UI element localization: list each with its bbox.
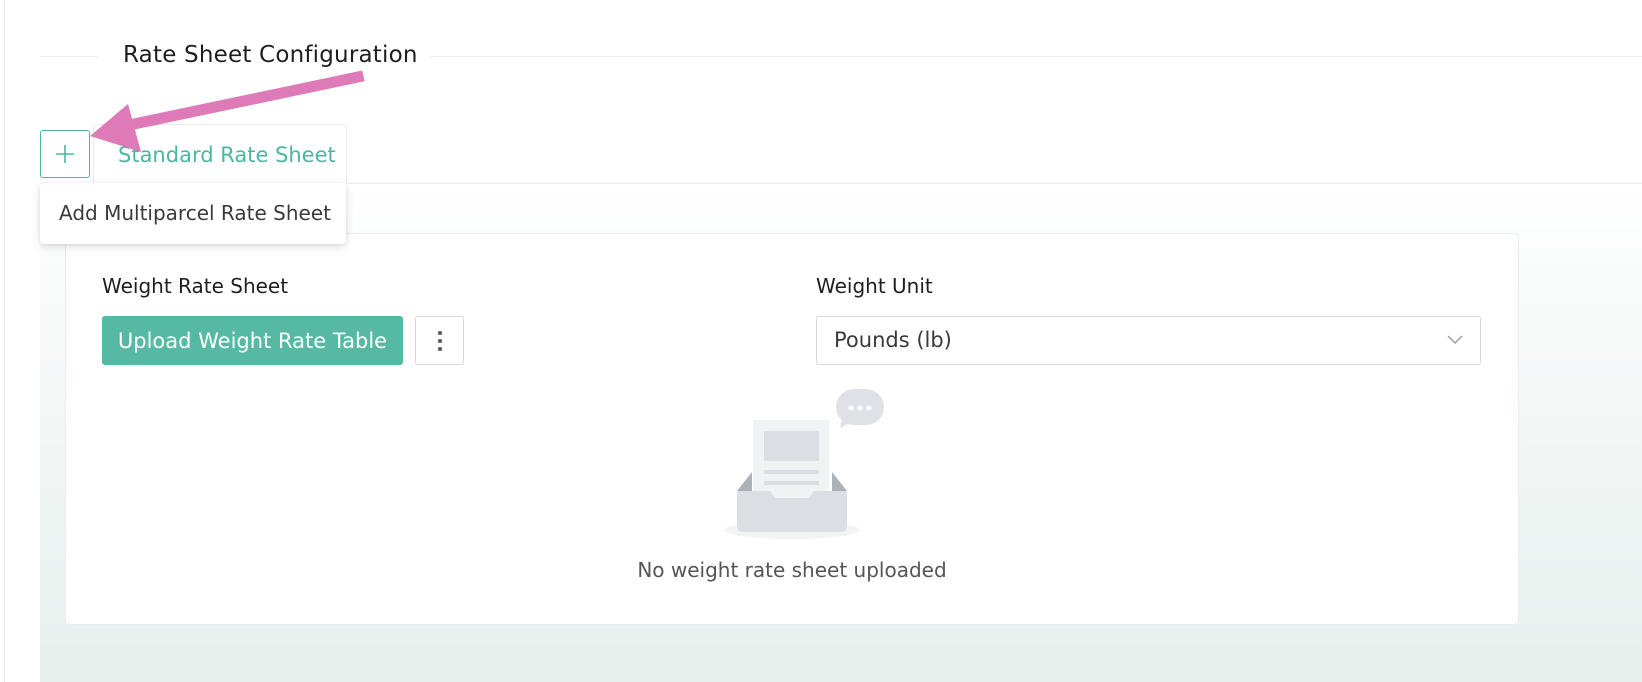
chevron-down-icon bbox=[1447, 335, 1463, 344]
page: Rate Sheet Configuration Standard Rate S… bbox=[0, 0, 1642, 682]
tab-label: Standard Rate Sheet bbox=[118, 143, 336, 167]
more-options-button[interactable] bbox=[415, 316, 464, 365]
add-tab-button[interactable] bbox=[40, 130, 90, 178]
divider bbox=[40, 56, 98, 57]
plus-icon bbox=[56, 145, 74, 163]
weight-unit-select[interactable]: Pounds (lb) bbox=[816, 316, 1481, 365]
section-header: Rate Sheet Configuration bbox=[40, 38, 1642, 74]
empty-state-message: No weight rate sheet uploaded bbox=[637, 558, 947, 582]
upload-weight-rate-table-button[interactable]: Upload Weight Rate Table bbox=[102, 316, 403, 365]
add-tab-dropdown-menu: Add Multiparcel Rate Sheet bbox=[40, 183, 346, 244]
divider bbox=[4, 0, 5, 682]
more-vertical-icon bbox=[437, 330, 442, 351]
section-title: Rate Sheet Configuration bbox=[123, 42, 418, 68]
weight-unit-value: Pounds (lb) bbox=[834, 328, 952, 352]
weight-rate-sheet-label: Weight Rate Sheet bbox=[102, 274, 289, 298]
weight-unit-label: Weight Unit bbox=[816, 274, 933, 298]
menu-item-label: Add Multiparcel Rate Sheet bbox=[59, 201, 331, 225]
tab-standard-rate-sheet[interactable]: Standard Rate Sheet bbox=[93, 124, 347, 184]
divider bbox=[430, 56, 1642, 57]
add-multiparcel-rate-sheet-item[interactable]: Add Multiparcel Rate Sheet bbox=[40, 183, 346, 244]
empty-inbox-icon bbox=[724, 389, 884, 539]
